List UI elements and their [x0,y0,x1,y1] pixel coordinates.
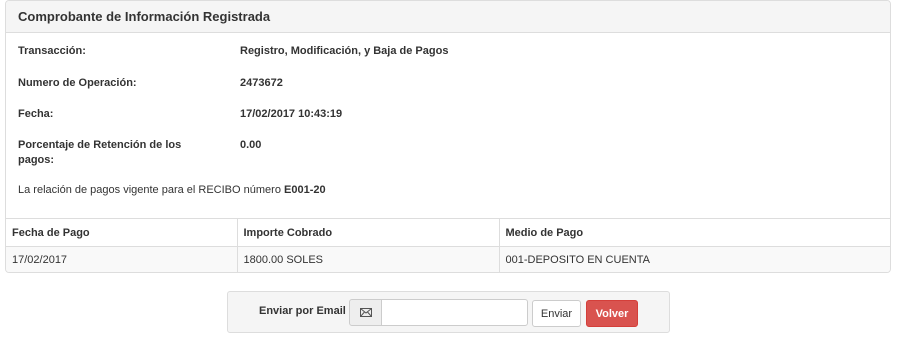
panel-title: Comprobante de Información Registrada [6,1,890,33]
info-value: Registro, Modificación, y Baja de Pagos [240,45,449,57]
receipt-panel: Comprobante de Información Registrada Tr… [5,0,891,273]
column-header-payment-method: Medio de Pago [498,218,890,247]
info-value: 0.00 [240,139,262,151]
cell-payment-date: 17/02/2017 [6,246,237,272]
email-label: Enviar por Email [259,305,346,317]
info-value: 2473672 [240,77,283,89]
info-label: Numero de Operación: [18,77,137,89]
back-button[interactable]: Volver [586,300,638,327]
column-header-amount: Importe Cobrado [236,218,499,247]
email-input[interactable] [381,299,528,326]
info-value: 17/02/2017 10:43:19 [240,108,343,120]
envelope-icon [349,299,382,326]
info-label: Transacción: [18,45,86,57]
receipt-number: E001-20 [284,184,326,196]
receipt-note: La relación de pagos vigente para el REC… [18,184,326,196]
cell-payment-method: 001-DEPOSITO EN CUENTA [498,246,890,272]
note-text: La relación de pagos vigente para el REC… [18,184,281,196]
send-button[interactable]: Enviar [532,300,581,327]
cell-amount: 1800.00 SOLES [236,246,499,272]
info-label: Porcentaje de Retención de los pagos: [18,139,182,166]
table-header-row: Fecha de Pago Importe Cobrado Medio de P… [6,218,890,247]
info-label: Fecha: [18,108,54,120]
table-row: 17/02/2017 1800.00 SOLES 001-DEPOSITO EN… [6,246,890,272]
column-header-payment-date: Fecha de Pago [6,218,237,247]
payments-table: Fecha de Pago Importe Cobrado Medio de P… [6,218,890,272]
email-form: Enviar por Email Enviar Volver [227,291,670,333]
